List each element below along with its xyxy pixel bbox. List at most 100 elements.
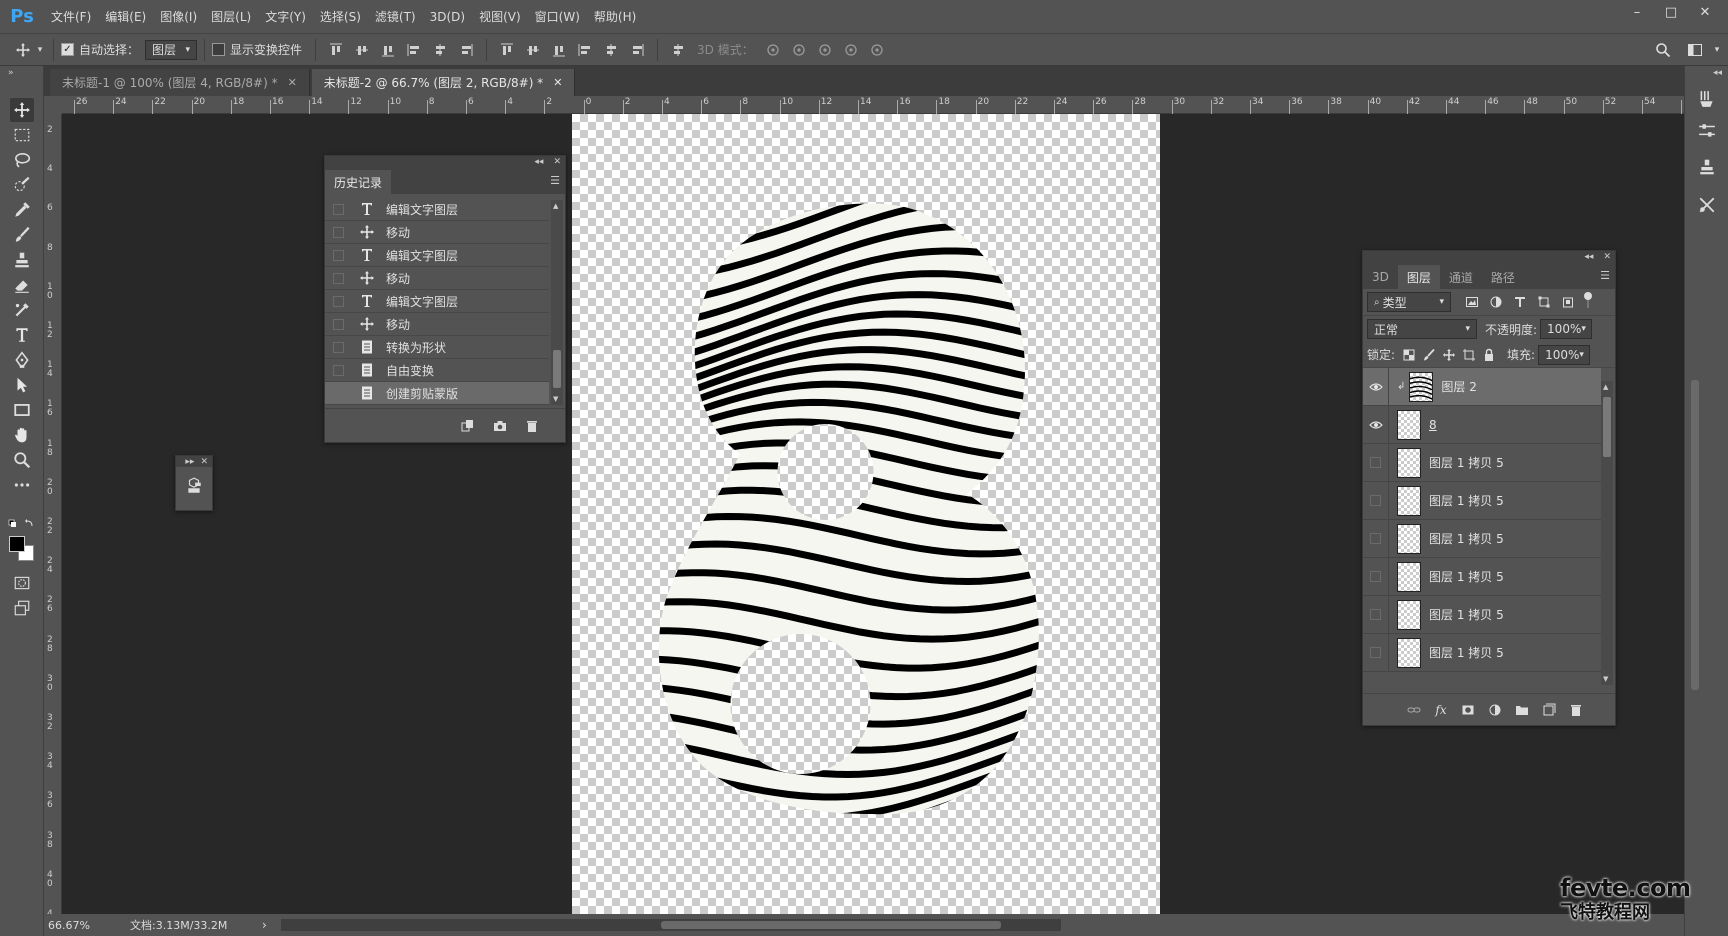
move-tool-preset-icon[interactable]: [12, 39, 34, 61]
visibility-toggle[interactable]: [1363, 443, 1389, 482]
layer-thumbnail[interactable]: [1397, 447, 1421, 478]
history-item[interactable]: 移动: [325, 313, 549, 336]
history-item[interactable]: 编辑文字图层: [325, 198, 549, 221]
menu-type[interactable]: 文字(Y): [258, 8, 313, 25]
brush-presets-icon[interactable]: [1696, 88, 1718, 110]
foreground-color-swatch[interactable]: [9, 536, 25, 552]
chevron-down-icon[interactable]: ▾: [34, 39, 46, 61]
collapse-icon[interactable]: ◂◂: [1713, 68, 1722, 78]
opacity-input[interactable]: 100% ▾: [1540, 319, 1593, 339]
3d-drag-icon[interactable]: [814, 39, 836, 61]
status-menu-arrow[interactable]: ›: [262, 918, 267, 932]
chevron-down-icon[interactable]: ▾: [1710, 39, 1724, 61]
quick-select-tool-icon[interactable]: [10, 173, 34, 197]
menu-view[interactable]: 视图(V): [472, 8, 528, 25]
history-source-checkbox[interactable]: [333, 341, 344, 353]
history-source-checkbox[interactable]: [333, 272, 344, 284]
layer-thumbnail[interactable]: [1397, 637, 1421, 668]
blend-mode-dropdown[interactable]: 正常 ▾: [1367, 319, 1477, 339]
fill-input[interactable]: 100% ▾: [1538, 344, 1591, 365]
lock-position-move-icon[interactable]: [1439, 345, 1459, 365]
layer-row[interactable]: 图层 1 拷贝 5: [1363, 557, 1601, 596]
new-group-folder-icon[interactable]: [1511, 700, 1533, 720]
quick-mask-icon[interactable]: [10, 571, 34, 595]
filter-adjustment-icon[interactable]: [1487, 292, 1505, 312]
tab-3d[interactable]: 3D: [1363, 265, 1398, 289]
search-icon[interactable]: [1652, 39, 1674, 61]
history-source-checkbox[interactable]: [333, 387, 344, 399]
lock-artboard-icon[interactable]: [1459, 345, 1479, 365]
filter-kind-dropdown[interactable]: ⌕ 类型 ▾: [1367, 292, 1451, 312]
visibility-toggle[interactable]: [1363, 633, 1389, 672]
history-item[interactable]: 自由变换: [325, 359, 549, 382]
auto-align-icon[interactable]: [667, 39, 689, 61]
tab-layers[interactable]: 图层: [1397, 265, 1440, 289]
panel-menu-icon[interactable]: ☰: [550, 174, 560, 187]
gradient-tool-icon[interactable]: [10, 298, 34, 322]
layer-thumbnail[interactable]: [1409, 371, 1434, 402]
link-layers-icon[interactable]: [1403, 700, 1425, 720]
tab-document-2[interactable]: 未标题-2 @ 66.7% (图层 2, RGB/8#) * ✕: [311, 69, 576, 96]
menu-window[interactable]: 窗口(W): [528, 8, 587, 25]
properties-icon[interactable]: [176, 477, 212, 495]
tab-history[interactable]: 历史记录: [325, 170, 392, 194]
layer-row[interactable]: 8: [1363, 405, 1601, 444]
filter-toggle-switch[interactable]: [1583, 292, 1593, 312]
layer-thumbnail[interactable]: [1397, 599, 1421, 630]
menu-layer[interactable]: 图层(L): [204, 8, 258, 25]
layer-row[interactable]: 图层 1 拷贝 5: [1363, 633, 1601, 672]
minimize-button[interactable]: –: [1620, 0, 1654, 24]
close-icon[interactable]: ✕: [553, 76, 562, 89]
menu-help[interactable]: 帮助(H): [587, 8, 643, 25]
align-left-edges-icon[interactable]: [403, 39, 425, 61]
scrollbar-thumb[interactable]: [660, 921, 1001, 929]
show-transform-checkbox[interactable]: [212, 43, 226, 56]
eye-icon[interactable]: [1363, 405, 1389, 444]
default-colors-icon[interactable]: [8, 518, 36, 536]
layer-thumbnail[interactable]: [1397, 485, 1421, 516]
layer-thumbnail[interactable]: [1397, 409, 1421, 440]
layer-row[interactable]: 图层 1 拷贝 5: [1363, 481, 1601, 520]
clone-source-stamp-icon[interactable]: [1696, 156, 1718, 178]
history-source-checkbox[interactable]: [333, 295, 344, 307]
history-item[interactable]: 创建剪贴蒙版: [325, 382, 549, 405]
visibility-toggle[interactable]: [1363, 481, 1389, 520]
add-mask-icon[interactable]: [1457, 700, 1479, 720]
chevron-up-icon[interactable]: ▲: [553, 202, 558, 210]
workspace-icon[interactable]: [1684, 39, 1706, 61]
visibility-toggle[interactable]: [1363, 557, 1389, 596]
history-scrollbar[interactable]: ▲ ▼: [551, 200, 563, 405]
history-source-checkbox[interactable]: [333, 226, 344, 238]
fx-styles-icon[interactable]: fx: [1430, 700, 1452, 720]
auto-select-dropdown[interactable]: 图层 ▾: [145, 39, 198, 60]
layers-scrollbar[interactable]: ▲ ▼: [1601, 381, 1613, 685]
maximize-button[interactable]: □: [1654, 0, 1688, 24]
close-button[interactable]: ✕: [1688, 0, 1722, 24]
zoom-tool-icon[interactable]: [10, 448, 34, 472]
collapse-icon[interactable]: ◂◂: [534, 157, 543, 167]
new-document-from-state-icon[interactable]: [457, 416, 479, 436]
chevron-down-icon[interactable]: ▼: [1603, 675, 1608, 683]
tool-presets-icon[interactable]: [1696, 194, 1718, 216]
tab-channels[interactable]: 通道: [1440, 265, 1482, 289]
3d-roll-icon[interactable]: [788, 39, 810, 61]
history-item[interactable]: 编辑文字图层: [325, 244, 549, 267]
expand-icon[interactable]: »: [8, 68, 14, 78]
layer-row[interactable]: 图层 1 拷贝 5: [1363, 595, 1601, 634]
filter-pixel-icon[interactable]: [1463, 292, 1481, 312]
menu-filter[interactable]: 滤镜(T): [368, 8, 423, 25]
hand-tool-icon[interactable]: [10, 423, 34, 447]
tab-document-1[interactable]: 未标题-1 @ 100% (图层 4, RGB/8#) * ✕: [50, 69, 310, 96]
distribute-vertical-centers-icon[interactable]: [522, 39, 544, 61]
zoom-level[interactable]: 66.67%: [44, 919, 116, 932]
layer-row[interactable]: 图层 1 拷贝 5: [1363, 443, 1601, 482]
distribute-horizontal-centers-icon[interactable]: [600, 39, 622, 61]
distribute-left-icon[interactable]: [574, 39, 596, 61]
ruler-origin[interactable]: [44, 96, 62, 114]
move-tool-icon[interactable]: [10, 98, 34, 122]
snapshot-camera-icon[interactable]: [489, 416, 511, 436]
chevron-down-icon[interactable]: ▼: [553, 395, 558, 403]
canvas-horizontal-scrollbar[interactable]: [280, 919, 1061, 931]
eye-icon[interactable]: [1363, 367, 1389, 406]
eraser-tool-icon[interactable]: [10, 273, 34, 297]
